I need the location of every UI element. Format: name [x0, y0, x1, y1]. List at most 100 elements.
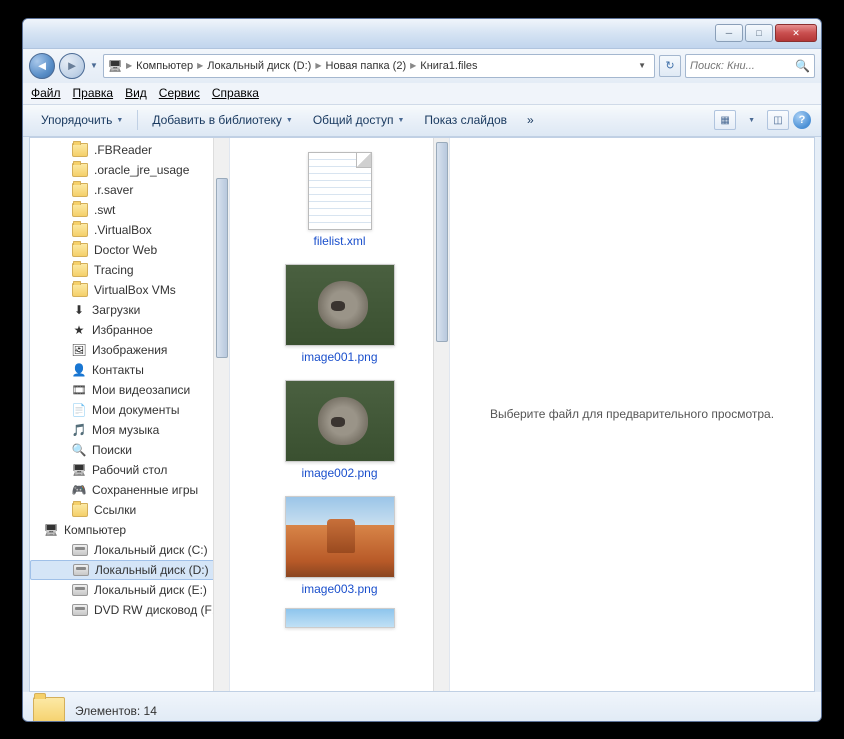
file-name: filelist.xml: [313, 234, 365, 248]
close-button[interactable]: ✕: [775, 24, 817, 42]
history-dropdown[interactable]: ▼: [89, 53, 99, 79]
tree-label: Локальный диск (D:): [95, 563, 209, 577]
add-library-button[interactable]: Добавить в библиотеку▼: [144, 109, 300, 131]
slideshow-button[interactable]: Показ слайдов: [416, 109, 515, 131]
tree-item[interactable]: 🔍Поиски: [30, 440, 229, 460]
tree-item[interactable]: .oracle_jre_usage: [30, 160, 229, 180]
scrollbar[interactable]: [213, 138, 229, 691]
maximize-button[interactable]: □: [745, 24, 773, 42]
breadcrumb-item[interactable]: Локальный диск (D:): [207, 60, 311, 72]
tree-label: .r.saver: [94, 183, 133, 197]
drive-icon: [72, 604, 88, 616]
separator-icon: ▶: [410, 61, 416, 70]
view-dropdown[interactable]: ▼: [740, 113, 763, 128]
nav-tree[interactable]: .FBReader .oracle_jre_usage .r.saver .swt.V…: [30, 138, 230, 691]
tree-label: Моя музыка: [92, 423, 159, 437]
address-bar[interactable]: 🖥 ▶ Компьютер ▶ Локальный диск (D:) ▶ Но…: [103, 54, 655, 78]
file-thumbnail: [285, 264, 395, 346]
search-icon[interactable]: 🔍: [795, 59, 810, 73]
tree-label: Tracing: [94, 263, 134, 277]
tree-label: DVD RW дисковод (F:): [94, 603, 219, 617]
breadcrumb-item[interactable]: Компьютер: [136, 60, 193, 72]
tree-item[interactable]: .r.saver: [30, 180, 229, 200]
Контакты-icon: 👤: [72, 363, 86, 377]
item-count: Элементов: 14: [75, 704, 157, 718]
file-list[interactable]: filelist.xml image001.png image002.png imag…: [230, 138, 450, 691]
view-mode-button[interactable]: ▦: [714, 110, 736, 130]
tree-item[interactable]: VirtualBox VMs: [30, 280, 229, 300]
tree-item[interactable]: Tracing: [30, 260, 229, 280]
file-item[interactable]: image001.png: [281, 260, 399, 368]
tree-label: Локальный диск (E:): [94, 583, 207, 597]
menu-view[interactable]: Вид: [125, 86, 147, 100]
computer-icon: 🖥: [44, 523, 58, 537]
drive-icon: [73, 564, 89, 576]
menu-help[interactable]: Справка: [212, 86, 259, 100]
search-input[interactable]: [690, 60, 795, 72]
chevron-down-icon: ▼: [116, 117, 123, 124]
folder-icon: [33, 697, 65, 722]
organize-button[interactable]: Упорядочить▼: [33, 109, 131, 131]
tree-item[interactable]: 🎵 Моя музыка: [30, 420, 229, 440]
tree-label: Мои документы: [92, 403, 179, 417]
tree-item[interactable]: 👤 Контакты: [30, 360, 229, 380]
tree-item[interactable]: 🖥Рабочий стол: [30, 460, 229, 480]
folder-icon: [72, 143, 88, 157]
separator-icon: ▶: [315, 61, 321, 70]
tree-label: Контакты: [92, 363, 144, 377]
file-thumbnail: [308, 152, 372, 230]
more-button[interactable]: »: [519, 109, 542, 131]
tree-item-drive[interactable]: Локальный диск (C:): [30, 540, 229, 560]
menu-service[interactable]: Сервис: [159, 86, 200, 100]
tree-item[interactable]: 🎮Сохраненные игры: [30, 480, 229, 500]
file-item[interactable]: image002.png: [281, 376, 399, 484]
tree-item[interactable]: .swt: [30, 200, 229, 220]
tree-item[interactable]: ★Избранное: [30, 320, 229, 340]
titlebar[interactable]: ─ □ ✕: [23, 19, 821, 49]
tree-item[interactable]: Doctor Web: [30, 240, 229, 260]
file-item[interactable]: image003.png: [281, 492, 399, 600]
menu-file[interactable]: Файл: [31, 86, 61, 100]
file-name: image002.png: [301, 466, 377, 480]
tree-item-drive[interactable]: Локальный диск (E:): [30, 580, 229, 600]
tree-item[interactable]: 🎞Мои видеозаписи: [30, 380, 229, 400]
search-box[interactable]: 🔍: [685, 54, 815, 78]
scroll-thumb[interactable]: [436, 142, 448, 342]
share-button[interactable]: Общий доступ▼: [305, 109, 413, 131]
menu-bar: Файл Правка Вид Сервис Справка: [23, 83, 821, 105]
forward-button[interactable]: ►: [59, 53, 85, 79]
Моя музыка-icon: 🎵: [72, 423, 86, 437]
tree-item-drive[interactable]: Локальный диск (D:): [30, 560, 229, 580]
breadcrumb-item[interactable]: Новая папка (2): [326, 60, 407, 72]
refresh-button[interactable]: ↻: [659, 55, 681, 77]
folder-icon: [72, 163, 88, 177]
minimize-button[interactable]: ─: [715, 24, 743, 42]
preview-pane-button[interactable]: ◫: [767, 110, 789, 130]
address-dropdown-icon[interactable]: ▼: [634, 61, 650, 70]
scrollbar[interactable]: [433, 138, 449, 691]
tree-item[interactable]: 🖼Изображения: [30, 340, 229, 360]
menu-edit[interactable]: Правка: [73, 86, 114, 100]
nav-bar: ◄ ► ▼ 🖥 ▶ Компьютер ▶ Локальный диск (D:…: [23, 49, 821, 83]
tree-item[interactable]: .VirtualBox: [30, 220, 229, 240]
drive-icon: [72, 544, 88, 556]
tree-label: .FBReader: [94, 143, 152, 157]
explorer-window: ─ □ ✕ ◄ ► ▼ 🖥 ▶ Компьютер ▶ Локальный ди…: [22, 18, 822, 722]
tree-item[interactable]: .FBReader: [30, 140, 229, 160]
breadcrumb-item[interactable]: Книга1.files: [420, 60, 477, 72]
tree-item[interactable]: ⬇Загрузки: [30, 300, 229, 320]
Загрузки-icon: ⬇: [72, 303, 86, 317]
help-button[interactable]: ?: [793, 111, 811, 129]
tree-item-drive[interactable]: DVD RW дисковод (F:): [30, 600, 229, 620]
file-item[interactable]: filelist.xml: [304, 148, 376, 252]
file-name: image003.png: [301, 582, 377, 596]
tree-label: Избранное: [92, 323, 153, 337]
back-button[interactable]: ◄: [29, 53, 55, 79]
scroll-thumb[interactable]: [216, 178, 228, 358]
toolbar: Упорядочить▼ Добавить в библиотеку▼ Общи…: [23, 105, 821, 137]
folder-icon: [72, 183, 88, 197]
tree-item[interactable]: 📄Мои документы: [30, 400, 229, 420]
tree-label: .oracle_jre_usage: [94, 163, 189, 177]
tree-item[interactable]: Ссылки: [30, 500, 229, 520]
tree-item-computer[interactable]: 🖥Компьютер: [30, 520, 229, 540]
